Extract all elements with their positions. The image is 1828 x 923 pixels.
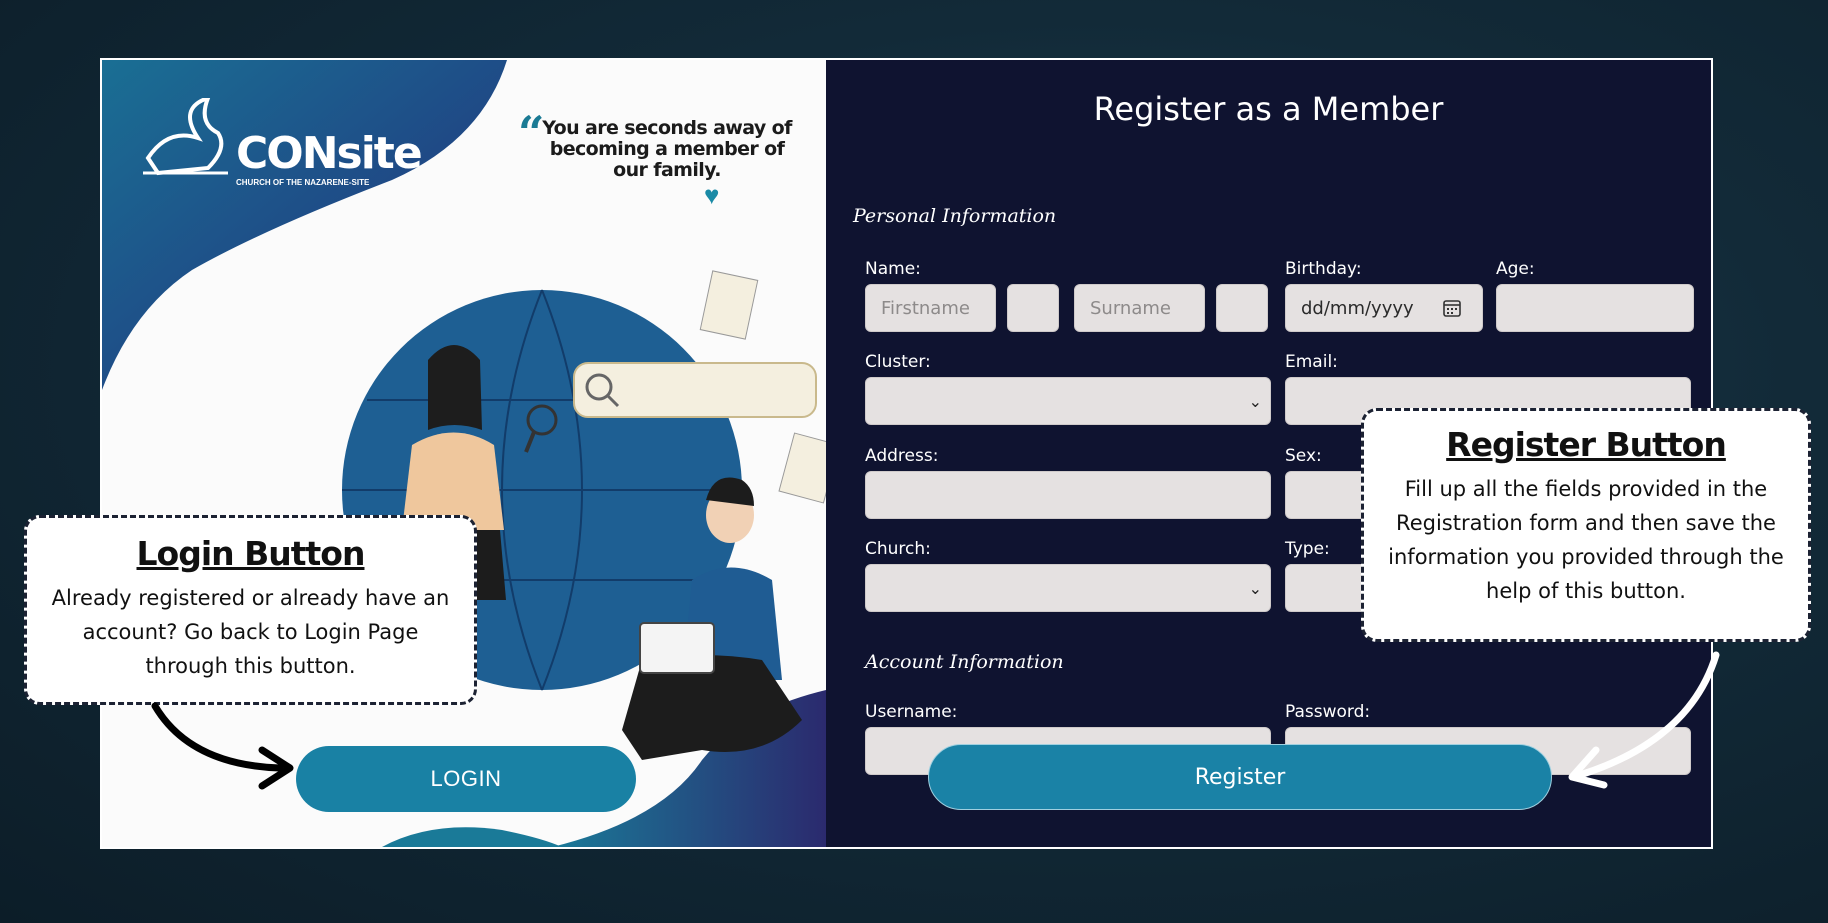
register-callout-title: Register Button [1446,425,1727,464]
calendar-icon[interactable] [1442,298,1462,318]
church-label: Church: [865,539,931,559]
logo-wordmark: CONsite [236,128,423,179]
age-input[interactable] [1496,284,1694,332]
chevron-down-icon: ⌄ [1248,579,1262,598]
logo-subtitle: CHURCH OF THE NAZARENE-SITE [236,178,370,187]
address-input[interactable] [865,471,1271,519]
firstname-input[interactable]: Firstname [865,284,996,332]
sex-label: Sex: [1285,446,1322,466]
login-button[interactable]: LOGIN [296,746,636,812]
quote-icon: “ [518,106,545,160]
surname-input[interactable]: Surname [1074,284,1205,332]
email-label: Email: [1285,352,1338,372]
login-callout-body: Already registered or already have an ac… [51,586,450,678]
heart-icon: ♥ [704,180,720,210]
account-section-title: Account Information [865,651,1064,673]
username-label: Username: [865,702,958,722]
cluster-label: Cluster: [865,352,931,372]
middle-initial-input[interactable] [1007,284,1059,332]
illustration-panel: CONsite CHURCH OF THE NAZARENE-SITE “ Yo… [102,60,826,847]
type-label: Type: [1285,539,1330,559]
church-select[interactable]: ⌄ [865,564,1271,612]
personal-section-title: Personal Information [853,205,1057,227]
suffix-input[interactable] [1216,284,1268,332]
consite-logo: CONsite CHURCH OF THE NAZARENE-SITE [138,98,423,188]
birthday-placeholder: dd/mm/yyyy [1301,297,1414,319]
birthday-input[interactable]: dd/mm/yyyy [1285,284,1483,332]
birthday-label: Birthday: [1285,259,1362,279]
dove-icon [143,98,228,176]
chevron-down-icon: ⌄ [1248,392,1262,411]
register-callout-body: Fill up all the fields provided in the R… [1388,477,1784,603]
address-label: Address: [865,446,939,466]
name-label: Name: [865,259,921,279]
cluster-select[interactable]: ⌄ [865,377,1271,425]
login-callout-title: Login Button [136,534,366,573]
register-callout: Register Button Fill up all the fields p… [1361,408,1811,642]
password-label: Password: [1285,702,1371,722]
form-title: Register as a Member [1093,90,1444,128]
age-label: Age: [1496,259,1535,279]
tagline-quote: You are seconds away of becoming a membe… [542,117,792,181]
login-callout: Login Button Already registered or alrea… [24,515,477,705]
register-button[interactable]: Register [928,744,1552,810]
